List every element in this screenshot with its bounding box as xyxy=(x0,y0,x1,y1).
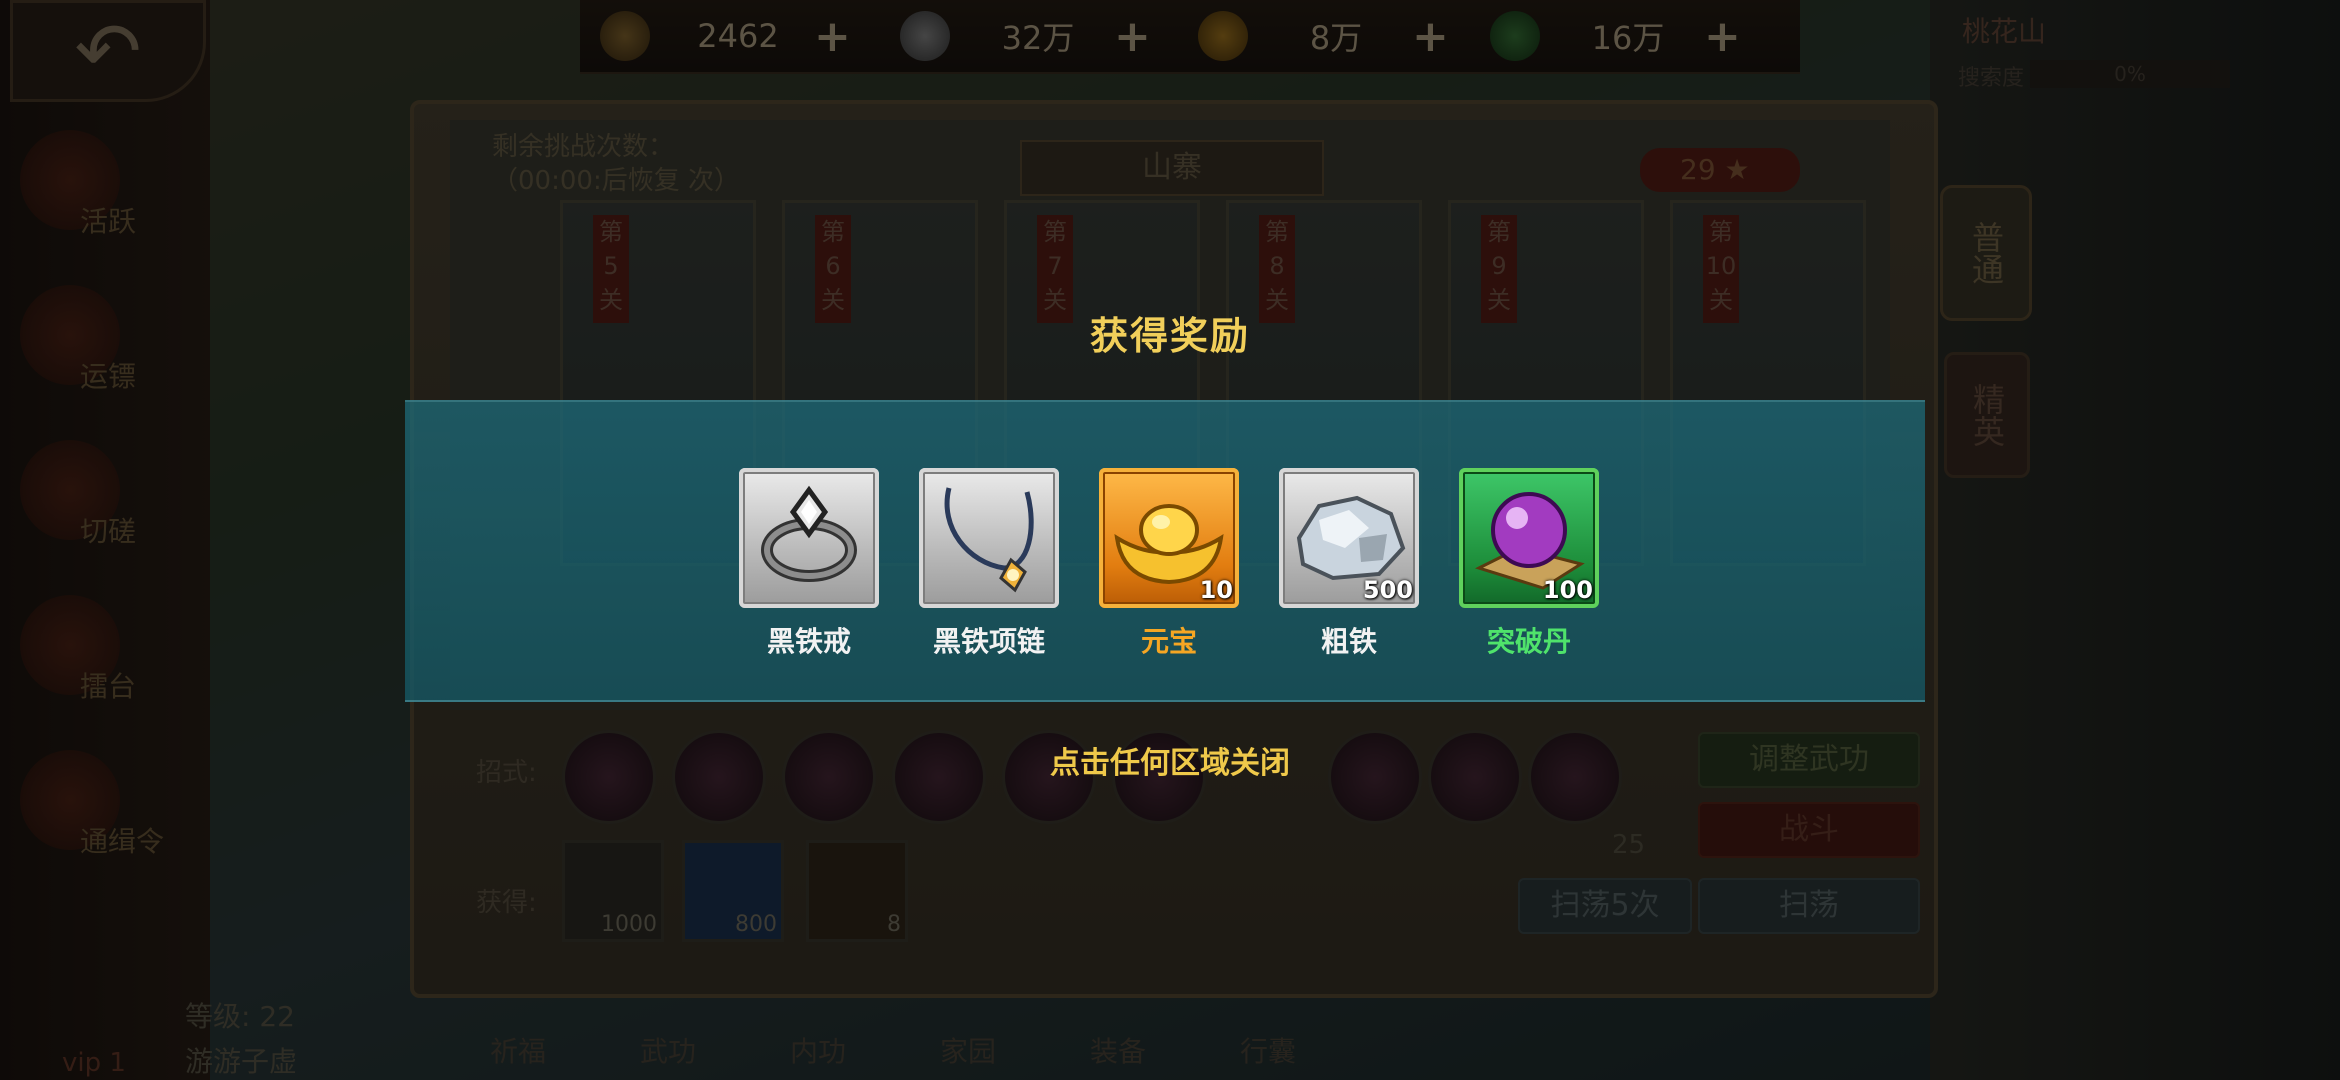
ring-icon xyxy=(761,485,857,582)
reward-item-gold-ingot[interactable]: 10 xyxy=(1099,468,1239,608)
necklace-icon xyxy=(944,487,1034,593)
reward-item-iron-ore[interactable]: 500 xyxy=(1279,468,1419,608)
reward-name: 粗铁 xyxy=(1320,625,1377,658)
reward-count: 100 xyxy=(1542,576,1593,604)
reward-item-necklace[interactable] xyxy=(919,468,1059,608)
reward-count: 500 xyxy=(1362,576,1413,604)
reward-name: 黑铁戒 xyxy=(766,625,851,658)
reward-title: 获得奖励 xyxy=(1089,314,1250,358)
reward-name: 黑铁项链 xyxy=(932,625,1045,658)
reward-item-breakthrough-pill[interactable]: 100 xyxy=(1459,468,1599,608)
close-hint: 点击任何区域关闭 xyxy=(1050,746,1290,781)
reward-name: 元宝 xyxy=(1140,625,1197,658)
reward-item-ring[interactable] xyxy=(739,468,879,608)
reward-name: 突破丹 xyxy=(1486,625,1571,658)
reward-count: 10 xyxy=(1199,576,1233,604)
